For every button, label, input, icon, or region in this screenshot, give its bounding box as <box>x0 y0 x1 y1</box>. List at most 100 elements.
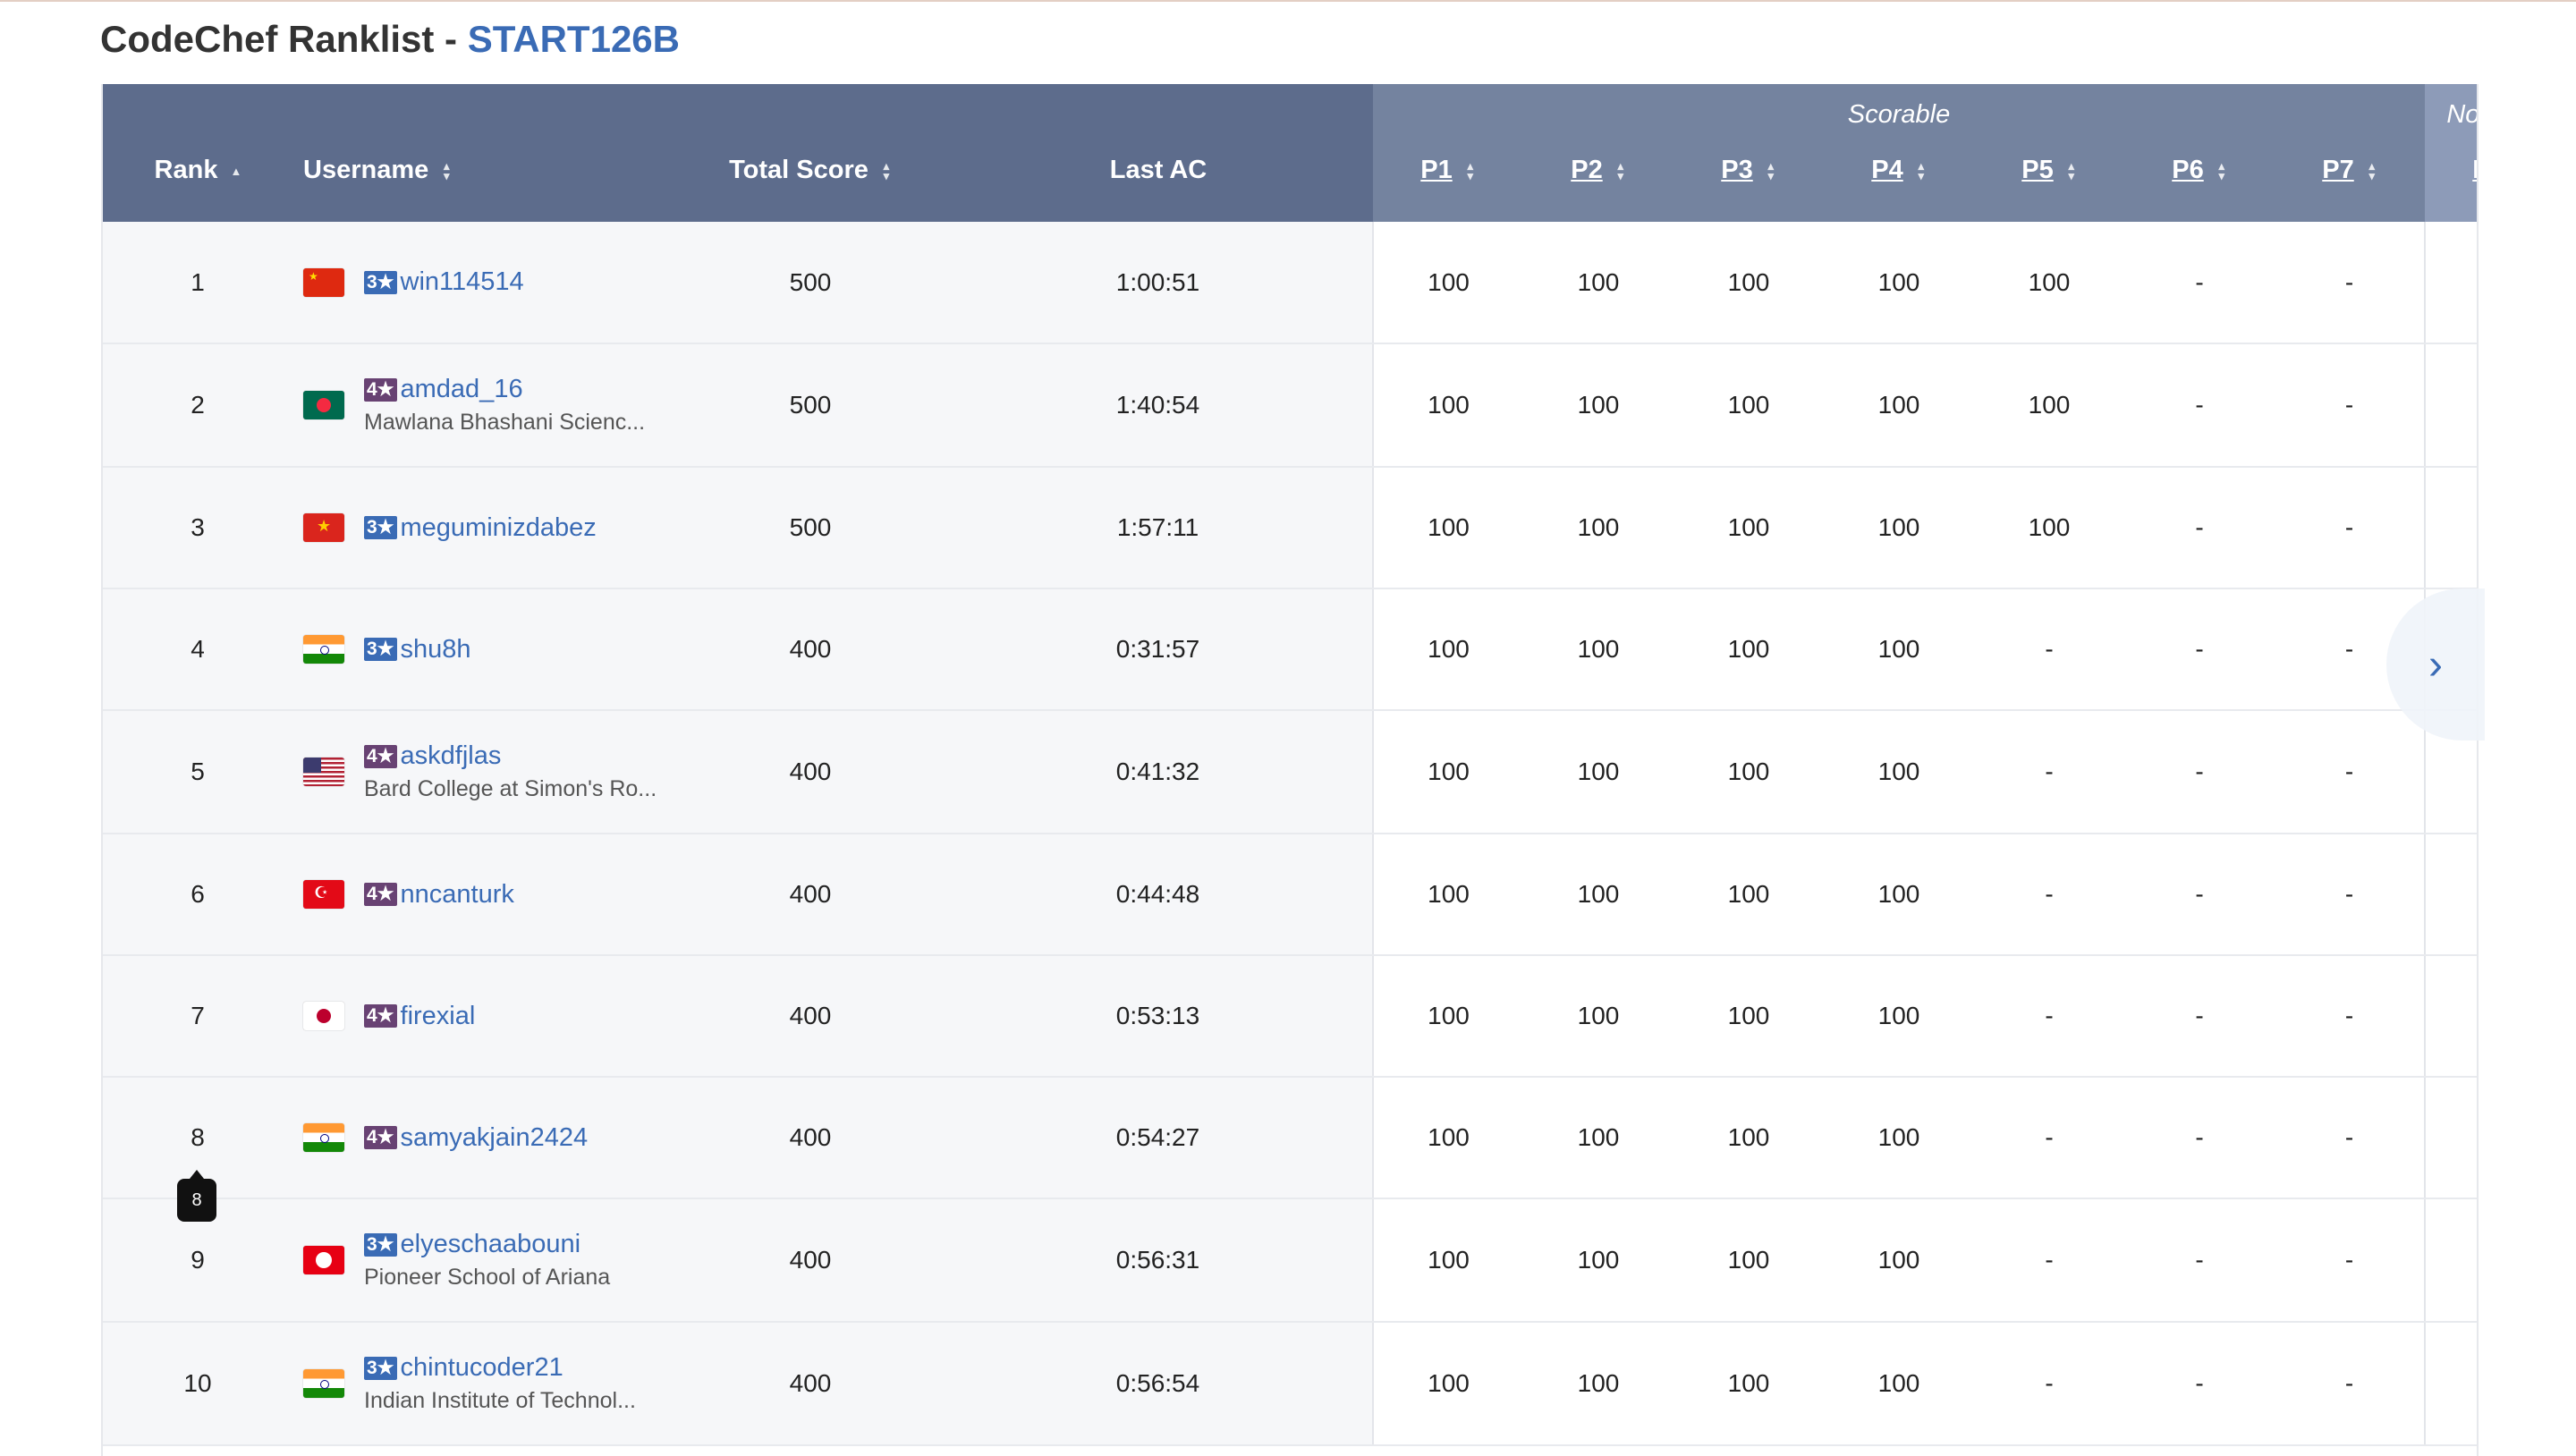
contest-code-link[interactable]: START126B <box>468 18 680 60</box>
username-link[interactable]: win114514 <box>401 267 524 297</box>
sort-icon[interactable]: ▴ ▾ <box>441 160 452 182</box>
problem-score-cell: 100 <box>1824 1198 1974 1323</box>
problem-score-cell: 100 <box>1523 222 1674 344</box>
username-link[interactable]: meguminizdabez <box>401 513 597 543</box>
rank-cell: 1 <box>103 222 292 344</box>
problem-score-cell: - <box>2275 710 2425 834</box>
username-link[interactable]: askdfjlas <box>401 741 502 771</box>
last-ac-cell: 0:44:48 <box>944 834 1373 956</box>
problem-score-cell: 100 <box>1674 1322 1824 1446</box>
rank-cell: 6 <box>103 834 292 956</box>
sort-icon[interactable]: ▴ ▾ <box>1615 160 1626 182</box>
problem-header-p8[interactable]: Non Sc...P8▴▾ <box>2425 84 2477 222</box>
table-header: Rank ▲ Username ▴ ▾ Total Score ▴ ▾ Last AC P1 ▴ ▾ P… <box>103 84 2477 222</box>
last-ac-cell: 0:56:31 <box>944 1198 1373 1323</box>
problem-header-p1-label: P1 <box>1420 156 1453 184</box>
problem-score-cell: - <box>1974 834 2124 956</box>
rank-header[interactable]: Rank ▲ <box>103 84 292 222</box>
table-body: 13★win1145145001:00:51100100100100100---… <box>103 222 2477 1446</box>
rank-cell: 5 <box>103 710 292 834</box>
sort-icon[interactable]: ▴ ▾ <box>2066 160 2077 182</box>
sort-icon[interactable]: ▴ ▾ <box>1766 160 1776 182</box>
problem-score-cell: 100 <box>1523 834 1674 956</box>
username-link[interactable]: firexial <box>401 1002 476 1031</box>
problem-score-cell: - <box>2424 1322 2477 1446</box>
problem-score-cell: 100 <box>1523 710 1674 834</box>
problem-score-cell: 100 <box>1674 588 1824 711</box>
rank-tooltip: 8 <box>177 1170 216 1222</box>
table-row: 64★nncanturk4000:44:48100100100100---- <box>103 834 2477 956</box>
problem-score-cell: 100 <box>1824 834 1974 956</box>
problem-score-cell: - <box>2424 222 2477 344</box>
problem-score-cell: - <box>2124 955 2275 1078</box>
total-score-header-label: Total Score <box>729 156 869 184</box>
ranklist-table-container[interactable]: Rank ▲ Username ▴ ▾ Total Score ▴ ▾ Last AC P1 ▴ ▾ P… <box>101 84 2479 1456</box>
username-cell: 4★nncanturk <box>292 834 677 956</box>
country-flag-icon <box>303 1002 344 1030</box>
problem-score-cell: 100 <box>1372 1077 1523 1199</box>
problem-header-p5[interactable]: P5 ▴ ▾ <box>1974 84 2124 222</box>
table-row: 8 4★ samyakjain2424 400 0:54:27 100 100 100 100-… <box>103 1077 2477 1199</box>
problem-score-cell: 100 <box>1674 955 1824 1078</box>
username-header[interactable]: Username ▴ ▾ <box>292 84 677 222</box>
problem-score-cell: - <box>1974 710 2124 834</box>
problem-header-p7-label: P7 <box>2322 156 2354 184</box>
last-ac-cell: 0:56:54 <box>944 1322 1373 1446</box>
sort-icon[interactable]: ▴ ▾ <box>2216 160 2227 182</box>
problem-score-cell: - <box>2124 710 2275 834</box>
problem-score-cell: 100 <box>1372 467 1523 589</box>
problem-score-cell: 100 <box>1372 710 1523 834</box>
username-link[interactable]: samyakjain2424 <box>401 1123 589 1153</box>
problem-score-cell: 100 <box>1974 343 2124 468</box>
sort-icon[interactable]: ▴ ▾ <box>1465 160 1476 182</box>
last-ac-cell: 0:41:32 <box>944 710 1373 834</box>
rating-stars-badge: 3★ <box>364 516 397 539</box>
top-border <box>0 0 2576 2</box>
rank-header-label: Rank <box>154 156 218 184</box>
problem-score-cell: 100 <box>1523 343 1674 468</box>
sort-icon[interactable]: ▴ ▾ <box>1916 160 1927 182</box>
chevron-right-icon: › <box>2428 640 2443 689</box>
problem-score-cell: - <box>1974 955 2124 1078</box>
rating-stars-badge: 3★ <box>364 1232 397 1257</box>
problem-score-cell: 100 <box>1674 343 1824 468</box>
sort-icon[interactable]: ▴ ▾ <box>881 160 892 182</box>
username-link[interactable]: chintucoder21 <box>401 1353 564 1383</box>
problem-score-cell: 100 <box>1372 222 1523 344</box>
rating-stars-badge: 3★ <box>364 1356 397 1380</box>
problem-score-cell: - <box>2275 834 2425 956</box>
total-score-header[interactable]: Total Score ▴ ▾ <box>677 84 944 222</box>
username-link[interactable]: nncanturk <box>401 880 514 910</box>
country-flag-icon <box>303 1246 344 1274</box>
username-cell: 4★ askdfjlas Bard College at Simon's Ro... <box>292 710 677 834</box>
problem-score-cell: 100 <box>1824 588 1974 711</box>
problem-score-cell: 100 <box>1523 467 1674 589</box>
username-cell: 3★win114514 <box>292 222 677 344</box>
problem-score-cell: - <box>2275 222 2425 344</box>
username-cell: 3★meguminizdabez <box>292 467 677 589</box>
problem-header-p7[interactable]: P7 ▴ ▾ <box>2275 84 2425 222</box>
institution-label: Bard College at Simon's Ro... <box>364 776 657 801</box>
problem-header-p4[interactable]: Scorable P4 ▴ ▾ <box>1824 84 1974 222</box>
rating-stars-badge: 3★ <box>364 638 397 661</box>
username-cell: 3★ elyeschaabouni Pioneer School of Ariana <box>292 1198 677 1323</box>
username-link[interactable]: elyeschaabouni <box>401 1230 581 1259</box>
sort-icon[interactable]: ▴ ▾ <box>2367 160 2377 182</box>
username-link[interactable]: amdad_16 <box>401 375 523 404</box>
username-link[interactable]: shu8h <box>401 635 471 665</box>
problem-header-p2-label: P2 <box>1571 156 1603 184</box>
problem-score-cell: - <box>2124 1198 2275 1323</box>
problem-header-p4-label: P4 <box>1871 156 1903 184</box>
sort-icon[interactable]: ▲ <box>230 165 242 177</box>
table-row: 74★firexial4000:53:13100100100100---- <box>103 955 2477 1078</box>
problem-score-cell: - <box>2275 1077 2425 1199</box>
problem-header-p6[interactable]: P6 ▴ ▾ <box>2124 84 2275 222</box>
problem-score-cell: 100 <box>1523 955 1674 1078</box>
last-ac-cell: 1:40:54 <box>944 343 1373 468</box>
problem-score-cell: 100 <box>1824 222 1974 344</box>
problem-score-cell: 100 <box>1824 1322 1974 1446</box>
problem-score-cell: 100 <box>1523 1198 1674 1323</box>
problem-score-cell: - <box>2124 1077 2275 1199</box>
problem-score-cell: - <box>2424 1077 2477 1199</box>
rank-cell: 3 <box>103 467 292 589</box>
